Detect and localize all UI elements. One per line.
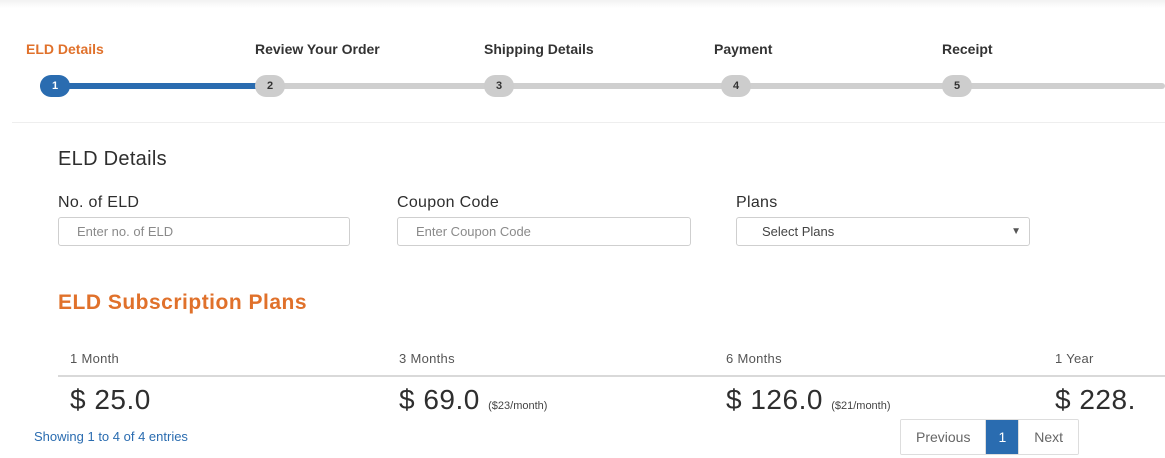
caret-down-icon: ▼ — [1011, 226, 1021, 237]
checkout-panel: ELD Details 1 Review Your Order 2 Shippi… — [12, 8, 1165, 458]
step-number: 5 — [942, 75, 972, 97]
plans-label: Plans — [736, 194, 778, 211]
step-number: 2 — [255, 75, 285, 97]
entries-info: Showing 1 to 4 of 4 entries — [34, 429, 188, 444]
step-label: ELD Details — [26, 41, 104, 57]
plan-price-6-months: $ 126.0 ($21/month) — [726, 384, 891, 416]
price-per-month: ($21/month) — [831, 400, 891, 412]
price-value: $ 126.0 — [726, 384, 823, 415]
coupon-code-input[interactable] — [397, 217, 691, 246]
stepper-track-progress — [40, 83, 280, 89]
step-number: 1 — [40, 75, 70, 97]
step-label: Payment — [714, 41, 773, 57]
step-label: Shipping Details — [484, 41, 594, 57]
plan-name: 1 Month — [70, 351, 120, 366]
step-label: Review Your Order — [255, 41, 380, 57]
coupon-code-label: Coupon Code — [397, 194, 500, 211]
price-per-month: ($23/month) — [488, 400, 548, 412]
subscription-plans-title: ELD Subscription Plans — [58, 291, 308, 314]
plan-name: 1 Year — [1055, 351, 1094, 366]
previous-page-button[interactable]: Previous — [901, 420, 987, 454]
no-of-eld-input[interactable] — [58, 217, 350, 246]
plans-table-header: 1 Month 3 Months 6 Months 1 Year — [58, 341, 1165, 377]
no-of-eld-label: No. of ELD — [58, 194, 140, 211]
section-title: ELD Details — [58, 148, 167, 170]
pagination: Previous 1 Next — [900, 419, 1080, 455]
plans-select[interactable]: Select Plans ▼ — [736, 217, 1030, 246]
plan-price-1-month: $ 25.0 — [70, 384, 151, 416]
plans-select-value: Select Plans — [762, 224, 835, 239]
price-value: $ 69.0 — [399, 384, 480, 415]
step-label: Receipt — [942, 41, 993, 57]
next-page-button[interactable]: Next — [1018, 420, 1079, 454]
price-value: $ 228. — [1055, 384, 1136, 415]
plan-price-3-months: $ 69.0 ($23/month) — [399, 384, 547, 416]
step-number: 3 — [484, 75, 514, 97]
plan-name: 6 Months — [726, 351, 782, 366]
top-shadow — [0, 0, 1165, 8]
page-1-button[interactable]: 1 — [986, 420, 1019, 454]
price-value: $ 25.0 — [70, 384, 151, 415]
progress-stepper: ELD Details 1 Review Your Order 2 Shippi… — [12, 8, 1165, 123]
plan-price-1-year: $ 228. — [1055, 384, 1136, 416]
step-number: 4 — [721, 75, 751, 97]
plan-name: 3 Months — [399, 351, 455, 366]
